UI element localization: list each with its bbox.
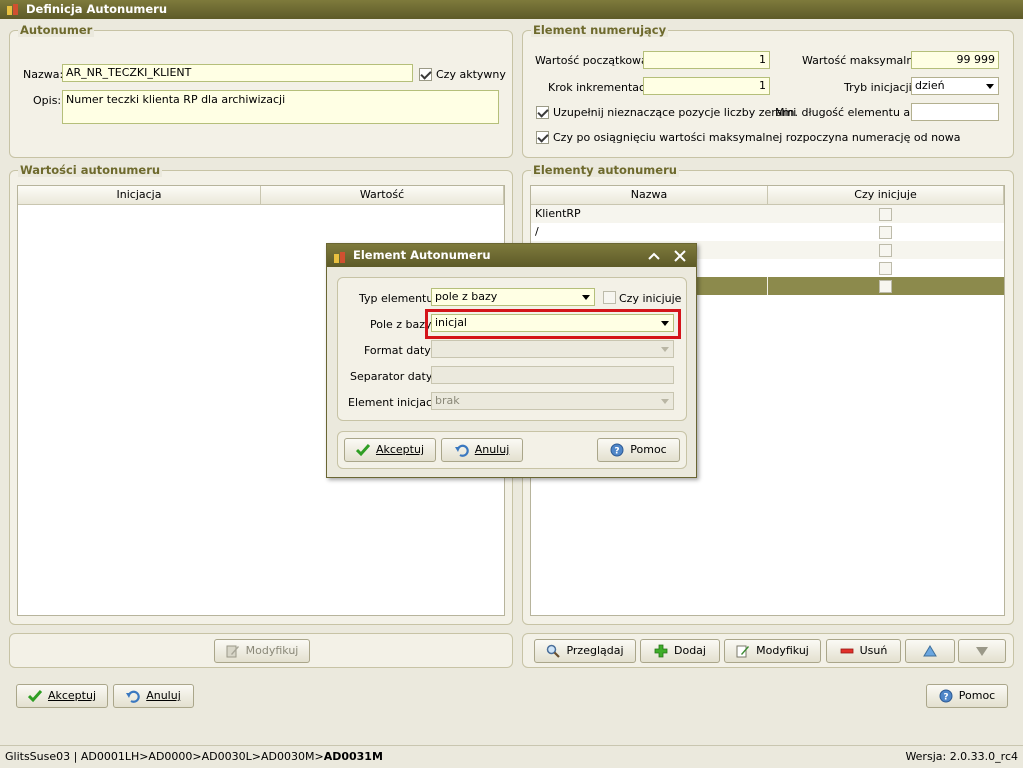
undo-icon: [454, 443, 469, 457]
autonumer-group-title: Autonumer: [18, 23, 95, 37]
init-element-label: Element inicjacji:: [348, 396, 442, 409]
row-initiates-checkbox[interactable]: [879, 280, 892, 293]
step-input[interactable]: 1: [643, 77, 770, 95]
date-separator-label: Separator daty:: [350, 370, 436, 383]
element-numerujacy-title: Element numerujący: [531, 23, 669, 37]
version-label: Wersja: 2.0.33.0_rc4: [905, 750, 1018, 763]
init-element-select[interactable]: brak: [431, 392, 674, 410]
min-length-input[interactable]: [911, 103, 999, 121]
chevron-down-icon: [661, 399, 669, 404]
accept-button[interactable]: Akceptuj: [16, 684, 108, 708]
type-select-value: pole z bazy: [435, 290, 498, 303]
row-initiates-checkbox[interactable]: [879, 226, 892, 239]
checkmark-icon: [27, 689, 43, 703]
active-label: Czy aktywny: [436, 68, 506, 81]
column-header-czy-inicjuje[interactable]: Czy inicjuje: [768, 186, 1004, 205]
row-initiates-checkbox[interactable]: [879, 244, 892, 257]
app-icon: [333, 249, 347, 272]
help-icon: ?: [939, 689, 953, 703]
minus-icon: [840, 644, 854, 658]
undo-icon: [126, 689, 140, 703]
column-divider: [767, 277, 768, 295]
mode-select[interactable]: dzień: [911, 77, 999, 95]
restart-label: Czy po osiągnięciu wartości maksymalnej …: [553, 131, 961, 144]
highlight-box: [425, 309, 681, 339]
date-separator-input[interactable]: [431, 366, 674, 384]
type-label: Typ elementu:: [359, 292, 438, 305]
dialog-cancel-button[interactable]: Anuluj: [441, 438, 523, 462]
db-field-label: Pole z bazy: [370, 318, 432, 331]
chevron-down-icon: [661, 347, 669, 352]
plus-icon: [654, 644, 668, 658]
current-screen-code: AD0031M: [323, 750, 383, 763]
step-label: Krok inkrementacji:: [548, 81, 655, 94]
date-format-label: Format daty:: [364, 344, 434, 357]
initiates-label: Czy inicjuje: [619, 292, 682, 305]
dialog-title-bar[interactable]: Element Autonumeru: [327, 244, 696, 267]
elementy-modify-button[interactable]: Modyfikuj: [724, 639, 821, 663]
table-row[interactable]: KlientRP: [531, 205, 1004, 223]
column-header-nazwa[interactable]: Nazwa: [531, 186, 768, 205]
dialog-title: Element Autonumeru: [353, 248, 491, 262]
dialog-help-button[interactable]: ? Pomoc: [597, 438, 680, 462]
min-length-label: Min. długość elementu auto: [775, 106, 929, 119]
move-down-button[interactable]: [958, 639, 1006, 663]
app-icon: [6, 3, 20, 16]
dialog-accept-button[interactable]: Akceptuj: [344, 438, 436, 462]
active-checkbox[interactable]: [419, 68, 432, 81]
window-title: Definicja Autonumeru: [26, 2, 168, 16]
cancel-button[interactable]: Anuluj: [113, 684, 194, 708]
chevron-down-icon: [582, 295, 590, 300]
edit-icon: [226, 644, 240, 658]
svg-text:?: ?: [615, 447, 620, 457]
column-header-inicjacja[interactable]: Inicjacja: [18, 186, 261, 205]
browse-button[interactable]: Przeglądaj: [534, 639, 636, 663]
init-element-value: brak: [435, 394, 460, 407]
close-icon[interactable]: [672, 248, 688, 262]
collapse-icon[interactable]: [646, 248, 662, 262]
pad-zeros-checkbox[interactable]: [536, 106, 549, 119]
arrow-up-icon: [923, 644, 937, 658]
row-name: KlientRP: [535, 207, 581, 220]
help-icon: ?: [610, 443, 624, 457]
restart-checkbox[interactable]: [536, 131, 549, 144]
type-select[interactable]: pole z bazy: [431, 288, 595, 306]
max-value-input[interactable]: 99 999: [911, 51, 999, 69]
help-button[interactable]: ? Pomoc: [926, 684, 1008, 708]
initiates-checkbox[interactable]: [603, 291, 616, 304]
name-input[interactable]: AR_NR_TECZKI_KLIENT: [62, 64, 413, 82]
add-button[interactable]: Dodaj: [640, 639, 720, 663]
wartosci-modify-button[interactable]: Modyfikuj: [214, 639, 310, 663]
move-up-button[interactable]: [905, 639, 955, 663]
start-value-label: Wartość początkowa:: [535, 54, 652, 67]
magnifier-icon: [546, 644, 561, 658]
element-autonumeru-dialog: Element Autonumeru Typ elementu: pole z …: [326, 243, 697, 478]
pad-zeros-label: Uzupełnij nieznaczące pozycje liczby zer…: [553, 106, 797, 119]
name-label: Nazwa:: [23, 68, 64, 81]
max-value-label: Wartość maksymalna:: [802, 54, 924, 67]
navigation-path: GlitsSuse03 | AD0001LH>AD0000>AD0030L>AD…: [5, 750, 324, 763]
status-bar: GlitsSuse03 | AD0001LH>AD0000>AD0030L>AD…: [0, 745, 1023, 767]
window-title-bar[interactable]: Definicja Autonumeru: [0, 0, 1023, 19]
description-label: Opis:: [33, 94, 62, 107]
start-value-input[interactable]: 1: [643, 51, 770, 69]
elementy-group-title: Elementy autonumeru: [531, 163, 679, 177]
row-initiates-checkbox[interactable]: [879, 208, 892, 221]
column-header-wartosc[interactable]: Wartość: [261, 186, 504, 205]
arrow-down-icon: [975, 644, 989, 658]
svg-text:?: ?: [943, 693, 948, 703]
mode-label: Tryb inicjacji:: [844, 81, 916, 94]
row-name: /: [535, 225, 539, 238]
edit-icon: [736, 644, 750, 658]
row-initiates-checkbox[interactable]: [879, 262, 892, 275]
wartosci-group-title: Wartości autonumeru: [18, 163, 163, 177]
chevron-down-icon: [986, 84, 994, 89]
date-format-select[interactable]: [431, 340, 674, 358]
checkmark-icon: [355, 443, 371, 457]
mode-select-value: dzień: [915, 79, 945, 92]
description-textarea[interactable]: Numer teczki klienta RP dla archiwizacji: [62, 90, 499, 124]
delete-button[interactable]: Usuń: [826, 639, 901, 663]
table-row[interactable]: /: [531, 223, 1004, 241]
